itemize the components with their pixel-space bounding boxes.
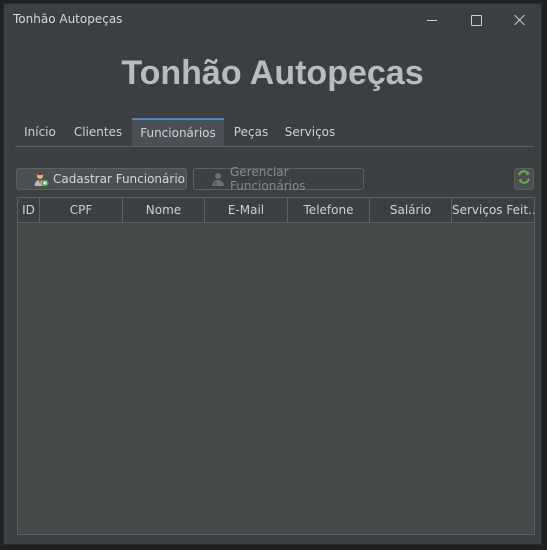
register-employee-label: Cadastrar Funcionário [53, 172, 185, 186]
close-button[interactable] [498, 4, 542, 36]
column-header-cpf[interactable]: CPF [40, 198, 123, 222]
page-title: Tonhão Autopeças [121, 54, 424, 92]
manage-users-icon [210, 171, 226, 187]
tab-inicio[interactable]: Início [15, 118, 65, 146]
column-header-nome[interactable]: Nome [123, 198, 205, 222]
close-icon [514, 14, 526, 26]
table-body [18, 223, 534, 534]
column-header-salario[interactable]: Salário [370, 198, 452, 222]
tab-bar: Início Clientes Funcionários Peças Servi… [15, 118, 534, 147]
register-employee-button[interactable]: Cadastrar Funcionário [16, 168, 187, 190]
refresh-icon [516, 169, 532, 189]
window-title: Tonhão Autopeças [13, 12, 123, 26]
column-header-email[interactable]: E-Mail [205, 198, 288, 222]
refresh-button[interactable] [514, 168, 534, 190]
column-header-servicos[interactable]: Serviços Feit... [452, 198, 534, 222]
maximize-button[interactable] [454, 4, 498, 36]
minimize-button[interactable] [410, 4, 454, 36]
manage-employees-button[interactable]: Gerenciar Funcionários [193, 165, 364, 193]
app-window: Tonhão Autopeças Tonhão Autopeças Início… [3, 3, 542, 545]
maximize-icon [470, 14, 482, 26]
tab-clientes[interactable]: Clientes [67, 118, 129, 146]
add-user-icon [33, 171, 49, 187]
tab-servicos[interactable]: Serviços [278, 118, 342, 146]
employees-table[interactable]: ID CPF Nome E-Mail Telefone Salário Serv… [17, 197, 535, 535]
minimize-icon [427, 19, 437, 21]
tab-pecas[interactable]: Peças [227, 118, 275, 146]
title-bar[interactable]: Tonhão Autopeças [4, 4, 541, 36]
manage-employees-label: Gerenciar Funcionários [230, 165, 306, 193]
table-header: ID CPF Nome E-Mail Telefone Salário Serv… [18, 198, 534, 223]
tab-funcionarios[interactable]: Funcionários [132, 118, 224, 146]
column-header-telefone[interactable]: Telefone [288, 198, 370, 222]
column-header-id[interactable]: ID [18, 198, 40, 222]
